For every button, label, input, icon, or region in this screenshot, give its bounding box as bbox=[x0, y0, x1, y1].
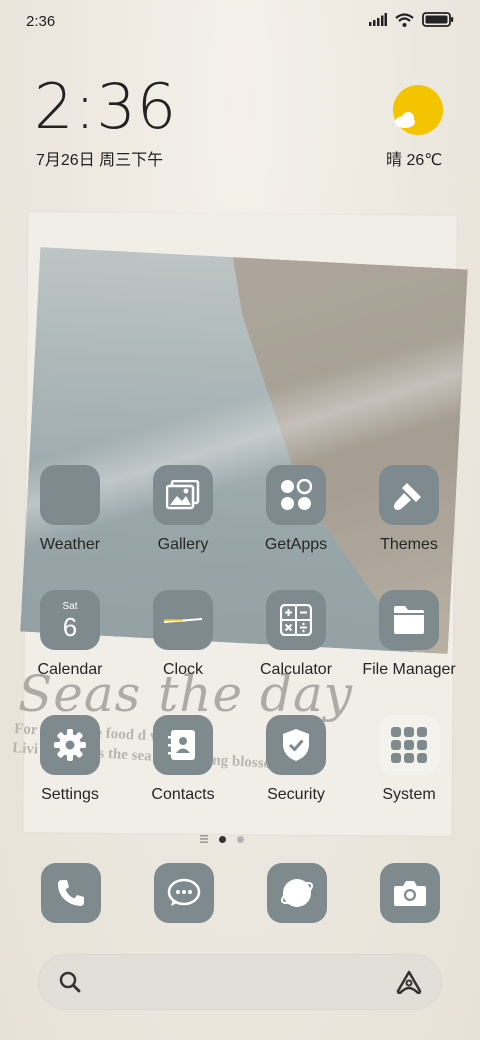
sunny-weather-icon[interactable] bbox=[392, 84, 444, 136]
page-list-icon bbox=[200, 830, 208, 848]
calendar-day-name: Sat bbox=[62, 600, 78, 612]
paintbrush-icon bbox=[379, 465, 439, 525]
calendar-icon: Sat 6 bbox=[40, 590, 100, 650]
app-label: Gallery bbox=[157, 536, 209, 553]
shield-icon bbox=[266, 715, 326, 775]
app-clock[interactable]: Clock bbox=[127, 590, 239, 679]
folder-icon bbox=[379, 590, 439, 650]
app-settings[interactable]: Settings bbox=[14, 715, 126, 804]
app-calendar[interactable]: Sat 6 Calendar bbox=[14, 590, 126, 679]
status-bar: 2:36 bbox=[0, 0, 480, 42]
folder-grid-icon bbox=[379, 715, 439, 775]
search-icon[interactable] bbox=[58, 970, 82, 999]
signal-icon bbox=[369, 13, 387, 31]
clock-widget-time[interactable]: 2:36 bbox=[34, 70, 177, 143]
camera-icon[interactable] bbox=[380, 863, 440, 923]
calendar-day-number: 6 bbox=[62, 611, 78, 642]
contacts-icon bbox=[153, 715, 213, 775]
app-calculator[interactable]: Calculator bbox=[240, 590, 352, 679]
wifi-icon bbox=[395, 12, 414, 32]
phone-icon[interactable] bbox=[41, 863, 101, 923]
app-system-folder[interactable]: System bbox=[353, 715, 465, 804]
assistant-icon[interactable] bbox=[396, 970, 422, 999]
app-label: Settings bbox=[41, 786, 99, 803]
getapps-icon bbox=[266, 465, 326, 525]
calculator-icon bbox=[266, 590, 326, 650]
app-label: Calculator bbox=[259, 661, 333, 678]
weather-widget-text: 晴 26℃ bbox=[386, 152, 443, 169]
app-getapps[interactable]: GetApps bbox=[240, 465, 352, 554]
app-security[interactable]: Security bbox=[240, 715, 352, 804]
gallery-icon bbox=[153, 465, 213, 525]
app-contacts[interactable]: Contacts bbox=[127, 715, 239, 804]
app-label: Themes bbox=[380, 536, 438, 553]
app-label: GetApps bbox=[264, 536, 328, 553]
app-weather[interactable]: Weather bbox=[14, 465, 126, 554]
page-dot[interactable] bbox=[237, 835, 244, 843]
app-themes[interactable]: Themes bbox=[353, 465, 465, 554]
app-label: Weather bbox=[39, 536, 101, 553]
clock-icon bbox=[153, 590, 213, 650]
page-dot-active[interactable] bbox=[219, 835, 226, 843]
app-file-manager[interactable]: File Manager bbox=[353, 590, 465, 679]
app-label: System bbox=[382, 786, 436, 803]
messages-icon[interactable] bbox=[154, 863, 214, 923]
search-bar[interactable] bbox=[38, 954, 442, 1010]
app-label: Security bbox=[267, 786, 325, 803]
gear-icon bbox=[40, 715, 100, 775]
app-label: Calendar bbox=[37, 661, 103, 678]
app-label: Contacts bbox=[151, 786, 215, 803]
clock-widget-date: 7月26日 周三下午 bbox=[36, 152, 164, 169]
app-label: Clock bbox=[162, 661, 203, 678]
status-time: 2:36 bbox=[26, 13, 56, 30]
page-indicator[interactable] bbox=[200, 830, 244, 848]
browser-icon[interactable] bbox=[267, 863, 327, 923]
battery-icon bbox=[422, 12, 454, 32]
weather-app-icon bbox=[40, 465, 100, 525]
app-gallery[interactable]: Gallery bbox=[127, 465, 239, 554]
app-label: File Manager bbox=[362, 661, 456, 678]
